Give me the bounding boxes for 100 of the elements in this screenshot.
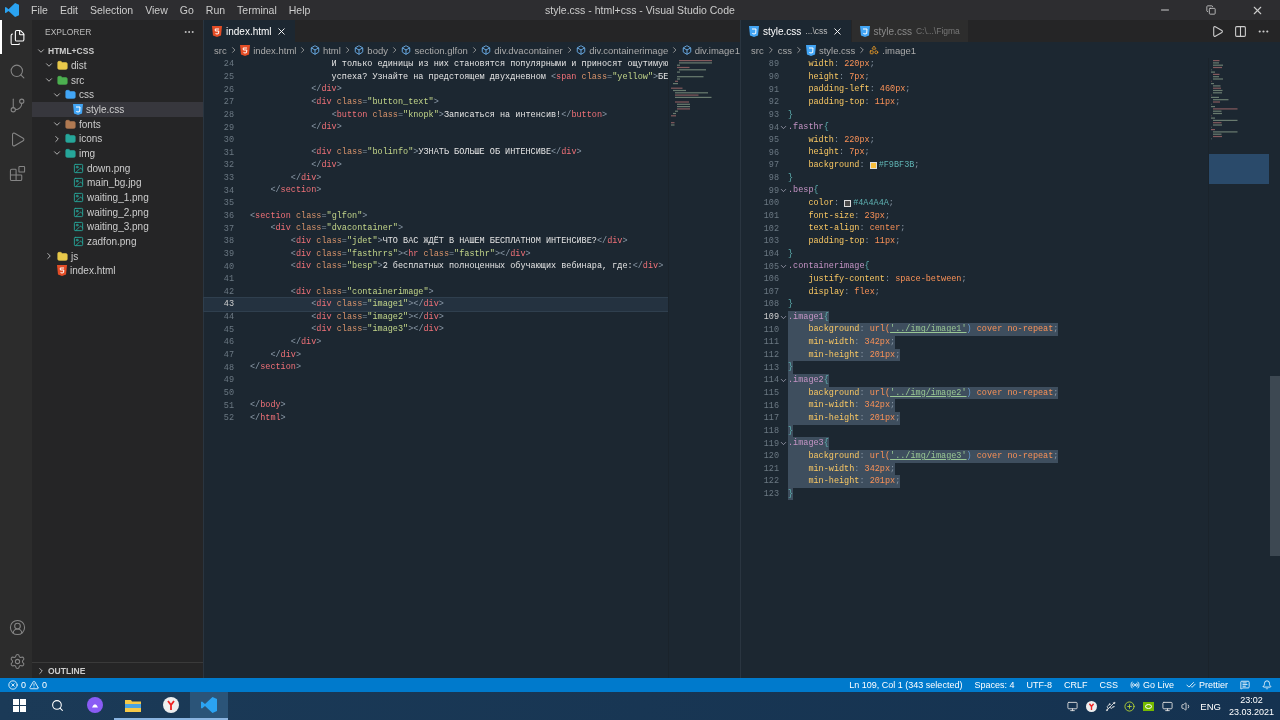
breadcrumb[interactable]: body (354, 44, 388, 56)
folder-icon[interactable] (125, 698, 141, 712)
tree-item[interactable]: img (32, 146, 203, 161)
status-item[interactable]: CRLF (1063, 680, 1088, 690)
restore-icon[interactable] (1206, 5, 1216, 15)
tree-item[interactable]: dist (32, 58, 203, 73)
menu-item[interactable]: Selection (84, 4, 140, 16)
clock-time[interactable]: 23:02 (1240, 694, 1263, 706)
code-text: </div> (289, 171, 322, 185)
tree-item[interactable]: waiting_1.png (32, 190, 203, 205)
element-icon (309, 45, 320, 55)
menu-item[interactable]: Run (199, 4, 232, 16)
line-number: 109 (762, 312, 779, 323)
bell-icon[interactable] (1262, 680, 1272, 690)
menu-item[interactable]: View (139, 4, 174, 16)
code-text: } (788, 108, 794, 122)
browser-icon[interactable] (163, 697, 179, 713)
search-icon[interactable] (50, 698, 64, 712)
feedback-icon[interactable] (1240, 680, 1250, 690)
line-number: 118 (762, 425, 779, 436)
fold-chevron-icon[interactable] (779, 123, 788, 132)
breadcrumb[interactable]: div.dvacontainer (481, 44, 563, 56)
close-icon[interactable] (275, 25, 287, 37)
tree-item[interactable]: waiting_2.png (32, 204, 203, 220)
line-number: 101 (762, 211, 779, 221)
breadcrumb[interactable]: div.image1 (681, 44, 740, 56)
tree-item[interactable]: src (32, 72, 203, 88)
line-number: 41 (222, 274, 234, 285)
scrollbar-thumb[interactable] (1270, 376, 1280, 556)
breadcrumb[interactable]: css (777, 44, 792, 56)
code-text: </div> (310, 83, 342, 96)
line-number: 96 (767, 147, 779, 158)
menu-item[interactable]: Help (282, 4, 317, 16)
line-number: 108 (762, 299, 779, 310)
close-icon[interactable] (831, 25, 843, 37)
breadcrumb[interactable]: div.containerimage (576, 44, 669, 56)
tree-item[interactable]: down.png (32, 160, 203, 176)
tree-item[interactable]: icons (32, 131, 203, 147)
tree-item[interactable]: zadfon.png (32, 234, 203, 249)
element-icon (481, 45, 492, 55)
breadcrumb[interactable]: section.glfon (401, 44, 468, 56)
menu-item[interactable]: File (25, 4, 54, 16)
error-icon[interactable] (8, 680, 18, 690)
breadcrumb[interactable]: index.html (240, 44, 297, 56)
breadcrumb[interactable]: src (214, 44, 227, 56)
status-item[interactable]: Spaces: 4 (974, 680, 1015, 690)
breadcrumb[interactable]: .image1 (869, 44, 917, 56)
color-swatch (869, 161, 877, 169)
split-editor-icon[interactable] (1234, 24, 1247, 38)
tree-item[interactable]: css (32, 87, 203, 103)
tree-item[interactable]: main_bg.jpg (32, 175, 203, 191)
usb-icon[interactable] (1105, 700, 1117, 712)
code-text: .fasthr{ (788, 121, 829, 134)
line-number: 37 (222, 223, 234, 234)
error-count[interactable]: 0 (21, 680, 26, 690)
vscode-logo-icon[interactable] (201, 697, 217, 713)
workspace-header[interactable]: HTML+CSS (32, 43, 203, 58)
status-item[interactable]: Go Live (1129, 680, 1174, 690)
code-text: .containerimage{ (788, 260, 870, 273)
code-text: .besp{ (788, 184, 819, 198)
breadcrumb[interactable]: style.css (805, 44, 856, 56)
line-number: 90 (767, 71, 779, 82)
line-number: 97 (767, 160, 779, 171)
status-item[interactable]: Ln 109, Col 1 (343 selected) (849, 680, 963, 690)
gpu-icon[interactable] (1143, 701, 1155, 711)
css-file-icon (73, 103, 83, 115)
assistant-icon[interactable] (87, 697, 103, 713)
windows-icon[interactable] (12, 698, 26, 712)
image-file-icon (73, 162, 84, 174)
search-icon (8, 62, 26, 80)
clock-date[interactable]: 23.03.2021 (1228, 706, 1274, 718)
tree-item[interactable]: index.html (32, 263, 203, 279)
warning-icon[interactable] (29, 680, 39, 690)
status-item[interactable]: CSS (1099, 680, 1118, 690)
window-title: style.css - html+css - Visual Studio Code (545, 4, 735, 16)
code-text: </div> (310, 159, 342, 172)
status-item[interactable]: UTF-8 (1026, 680, 1052, 690)
menu-item[interactable]: Terminal (231, 4, 283, 16)
editor-tab[interactable]: style.css C:\...\Figma (851, 20, 969, 42)
game-launcher-icon[interactable] (1067, 700, 1079, 712)
menu-item[interactable]: Go (173, 4, 200, 16)
tree-item[interactable]: style.css (32, 102, 203, 117)
warning-count[interactable]: 0 (42, 680, 48, 690)
input-language[interactable]: ENG (1200, 700, 1221, 712)
editor-tab[interactable]: style.css ...\css (741, 20, 852, 42)
browser-icon[interactable] (1086, 700, 1098, 712)
code-text: display: flex; (807, 285, 880, 299)
run-icon[interactable] (1211, 24, 1224, 38)
status-item[interactable]: Prettier (1186, 680, 1228, 690)
breadcrumb[interactable]: src (751, 44, 764, 56)
breadcrumb[interactable]: html (309, 44, 341, 56)
tree-item[interactable]: waiting_3.png (32, 219, 203, 235)
menu-item[interactable]: Edit (53, 4, 84, 16)
plus-icon[interactable] (1124, 700, 1136, 712)
tree-item[interactable]: fonts (32, 116, 203, 132)
editor-tab[interactable]: index.html (204, 20, 296, 42)
code-text: background: url('../img/image2') cover no-repeat; (788, 386, 1059, 400)
tree-item[interactable]: js (32, 248, 203, 264)
network-icon[interactable] (1162, 700, 1174, 712)
code-text: И только единицы из них становятся популярными и приносят ощутимую (330, 58, 669, 71)
